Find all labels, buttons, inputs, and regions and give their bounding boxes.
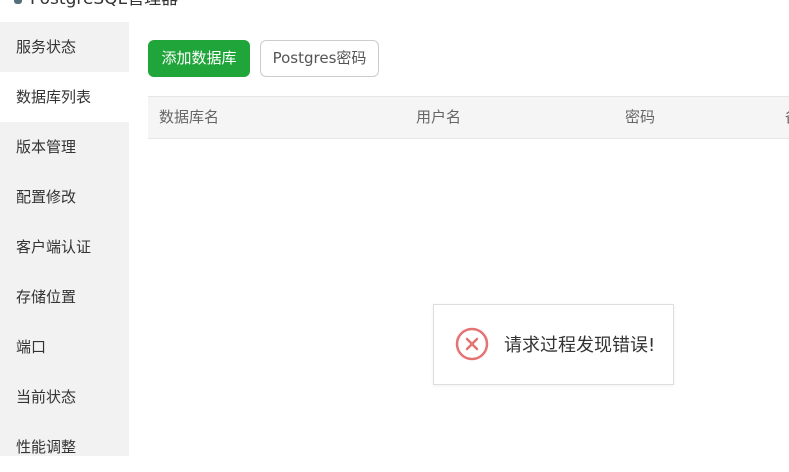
title-bar: PostgreSQL管理器 — [0, 0, 789, 23]
postgres-elephant-icon — [14, 0, 22, 4]
sidebar-item-performance-tuning[interactable]: 性能调整 — [0, 422, 129, 472]
error-message: 请求过程发现错误! — [504, 335, 656, 356]
column-header-remark[interactable]: 备 — [785, 97, 789, 138]
sidebar-item-database-list[interactable]: 数据库列表 — [0, 72, 129, 122]
sidebar-item-current-status[interactable]: 当前状态 — [0, 372, 129, 422]
error-toast: 请求过程发现错误! — [433, 304, 674, 385]
add-database-button[interactable]: 添加数据库 — [148, 40, 250, 77]
postgres-password-button[interactable]: Postgres密码 — [260, 40, 379, 77]
column-header-database-name[interactable]: 数据库名 — [159, 97, 219, 138]
error-x-icon — [455, 327, 489, 361]
column-header-password[interactable]: 密码 — [625, 97, 655, 138]
main-panel: 添加数据库 Postgres密码 数据库名 用户名 密码 备 — [129, 22, 789, 456]
window-title: PostgreSQL管理器 — [30, 0, 178, 9]
sidebar-item-version-management[interactable]: 版本管理 — [0, 122, 129, 172]
sidebar-item-config-edit[interactable]: 配置修改 — [0, 172, 129, 222]
sidebar-item-client-auth[interactable]: 客户端认证 — [0, 222, 129, 272]
sidebar: 服务状态 数据库列表 版本管理 配置修改 客户端认证 存储位置 端口 当前状态 … — [0, 22, 129, 456]
sidebar-item-storage-location[interactable]: 存储位置 — [0, 272, 129, 322]
sidebar-item-service-status[interactable]: 服务状态 — [0, 22, 129, 72]
database-table-header: 数据库名 用户名 密码 备 — [148, 96, 789, 139]
sidebar-item-port[interactable]: 端口 — [0, 322, 129, 372]
column-header-username[interactable]: 用户名 — [416, 97, 461, 138]
